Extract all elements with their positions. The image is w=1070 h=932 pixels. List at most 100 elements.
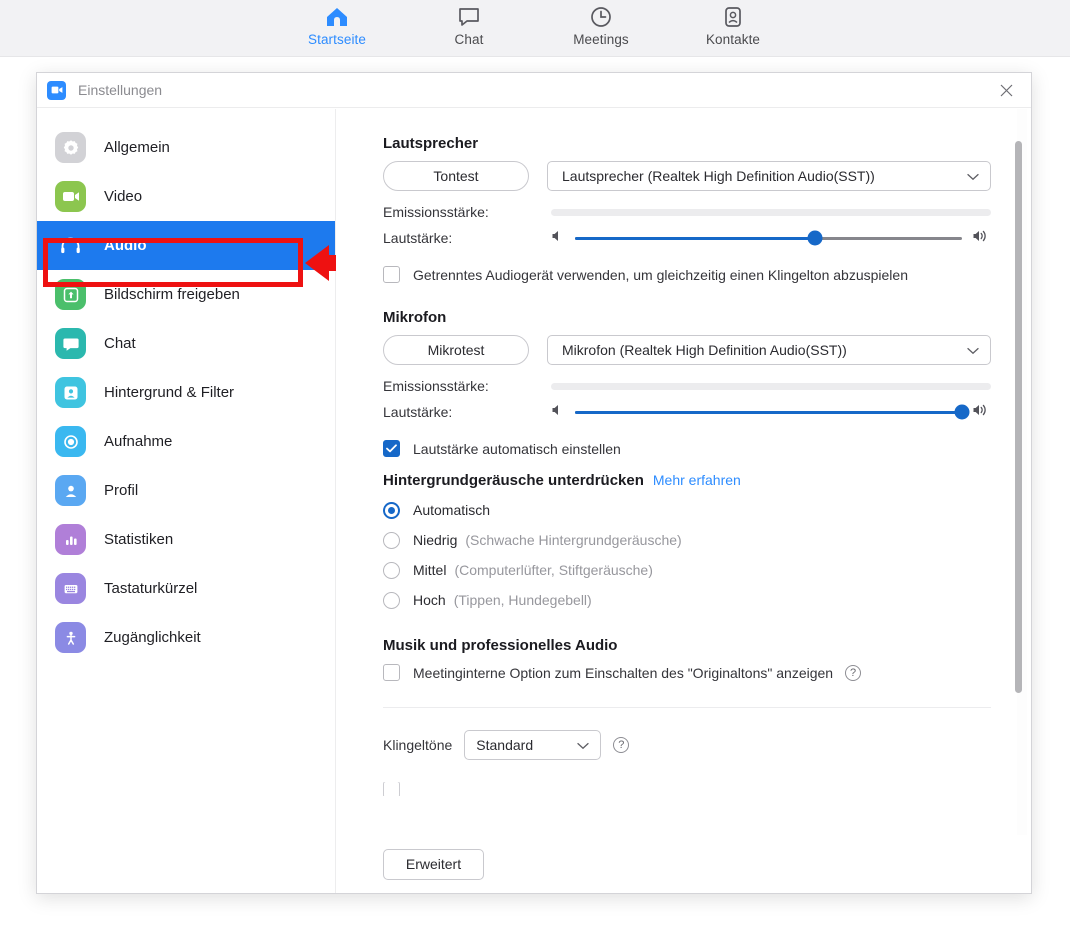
radio-niedrig[interactable]: [383, 532, 400, 549]
speaker-output-level-meter: [551, 209, 991, 216]
chat-bubble-icon: [55, 328, 86, 359]
sidebar-item-tastaturkuerzel[interactable]: Tastaturkürzel: [37, 564, 335, 613]
sidebar-item-statistiken[interactable]: Statistiken: [37, 515, 335, 564]
noise-option-niedrig[interactable]: Niedrig (Schwache Hintergrundgeräusche): [383, 525, 991, 555]
accessibility-icon: [55, 622, 86, 653]
volume-high-icon: [972, 229, 991, 248]
microphone-device-select[interactable]: Mikrofon (Realtek High Definition Audio(…: [547, 335, 991, 365]
radio-mittel[interactable]: [383, 562, 400, 579]
separate-audio-checkbox[interactable]: [383, 266, 400, 283]
sidebar-item-video[interactable]: Video: [37, 172, 335, 221]
content-scrollbar-thumb[interactable]: [1015, 141, 1022, 693]
sidebar-item-label: Aufnahme: [104, 433, 172, 450]
section-divider: [383, 707, 991, 708]
noise-option-mittel[interactable]: Mittel (Computerlüfter, Stiftgeräusche): [383, 555, 991, 585]
sidebar-item-allgemein[interactable]: Allgemein: [37, 123, 335, 172]
auto-volume-checkbox-row[interactable]: Lautstärke automatisch einstellen: [383, 440, 991, 457]
original-sound-label: Meetinginterne Option zum Einschalten de…: [413, 665, 833, 681]
original-sound-checkbox-row[interactable]: Meetinginterne Option zum Einschalten de…: [383, 664, 991, 681]
video-camera-icon: [55, 181, 86, 212]
learn-more-link[interactable]: Mehr erfahren: [653, 472, 741, 488]
sidebar-item-label: Zugänglichkeit: [104, 629, 201, 646]
sidebar-item-label: Chat: [104, 335, 136, 352]
record-circle-icon: [55, 426, 86, 457]
nav-item-chat[interactable]: Chat: [426, 5, 512, 47]
ringtone-select[interactable]: Standard: [464, 730, 601, 760]
speaker-volume-fill: [575, 237, 815, 240]
sidebar-item-aufnahme[interactable]: Aufnahme: [37, 417, 335, 466]
content-scroll-region: Lautsprecher Tontest Lautsprecher (Realt…: [336, 109, 1031, 835]
headphones-icon: [55, 230, 86, 261]
help-icon[interactable]: ?: [845, 665, 861, 681]
background-person-icon: [55, 377, 86, 408]
radio-label: Hoch: [413, 592, 446, 608]
chat-bubble-icon: [457, 5, 481, 29]
speaker-device-value: Lautsprecher (Realtek High Definition Au…: [562, 168, 875, 184]
noise-option-automatisch[interactable]: Automatisch: [383, 495, 991, 525]
speaker-section-title: Lautsprecher: [383, 135, 991, 152]
radio-hint: (Schwache Hintergrundgeräusche): [465, 532, 681, 548]
sidebar-item-label: Video: [104, 188, 142, 205]
separate-audio-label: Getrenntes Audiogerät verwenden, um glei…: [413, 267, 908, 283]
settings-sidebar: Allgemein Video: [37, 109, 336, 893]
help-icon[interactable]: ?: [613, 737, 629, 753]
original-sound-checkbox[interactable]: [383, 664, 400, 681]
speaker-device-select[interactable]: Lautsprecher (Realtek High Definition Au…: [547, 161, 991, 191]
microphone-volume-track[interactable]: [575, 411, 962, 414]
speaker-volume-thumb[interactable]: [807, 231, 822, 246]
settings-content-pane: Lautsprecher Tontest Lautsprecher (Realt…: [336, 109, 1031, 893]
gear-icon: [55, 132, 86, 163]
speaker-volume-slider[interactable]: [551, 226, 991, 250]
advanced-button[interactable]: Erweitert: [383, 849, 484, 880]
microphone-device-value: Mikrofon (Realtek High Definition Audio(…: [562, 342, 847, 358]
sidebar-item-label: Statistiken: [104, 531, 173, 548]
sidebar-item-chat[interactable]: Chat: [37, 319, 335, 368]
speaker-device-row: Tontest Lautsprecher (Realtek High Defin…: [383, 161, 991, 191]
sidebar-item-bildschirm-freigeben[interactable]: Bildschirm freigeben: [37, 270, 335, 319]
ringtone-value: Standard: [476, 737, 533, 753]
speaker-test-button[interactable]: Tontest: [383, 161, 529, 191]
radio-label: Niedrig: [413, 532, 457, 548]
sidebar-item-label: Hintergrund & Filter: [104, 384, 234, 401]
sidebar-item-profil[interactable]: Profil: [37, 466, 335, 515]
nav-item-meetings[interactable]: Meetings: [558, 5, 644, 47]
microphone-test-button[interactable]: Mikrotest: [383, 335, 529, 365]
chevron-down-icon: [577, 731, 589, 761]
sidebar-item-audio[interactable]: Audio: [37, 221, 335, 270]
keyboard-icon: [55, 573, 86, 604]
music-pro-audio-title: Musik und professionelles Audio: [383, 637, 991, 654]
microphone-volume-row: Lautstärke:: [383, 398, 991, 426]
separate-audio-checkbox-row[interactable]: Getrenntes Audiogerät verwenden, um glei…: [383, 266, 991, 283]
radio-label: Mittel: [413, 562, 446, 578]
speaker-volume-track[interactable]: [575, 237, 962, 240]
home-icon: [325, 5, 349, 29]
content-scrollbar-track[interactable]: [1017, 109, 1027, 835]
auto-volume-checkbox[interactable]: [383, 440, 400, 457]
microphone-volume-thumb[interactable]: [955, 405, 970, 420]
profile-person-icon: [55, 475, 86, 506]
radio-automatisch[interactable]: [383, 502, 400, 519]
window-titlebar: Einstellungen: [37, 73, 1031, 108]
radio-hint: (Computerlüfter, Stiftgeräusche): [454, 562, 652, 578]
clipped-checkbox-row[interactable]: [383, 782, 991, 796]
sidebar-item-label: Audio: [104, 237, 147, 254]
sidebar-item-zugaenglichkeit[interactable]: Zugänglichkeit: [37, 613, 335, 662]
app-navbar: Startseite Chat Meetings: [0, 0, 1070, 57]
noise-option-hoch[interactable]: Hoch (Tippen, Hundegebell): [383, 585, 991, 615]
volume-low-icon: [551, 229, 565, 248]
clipped-checkbox[interactable]: [383, 782, 400, 796]
close-icon[interactable]: [987, 76, 1025, 104]
app-nav-items: Startseite Chat Meetings: [0, 0, 1070, 57]
nav-item-startseite[interactable]: Startseite: [294, 5, 380, 47]
ringtone-label: Klingeltöne: [383, 737, 452, 753]
sidebar-item-hintergrund-filter[interactable]: Hintergrund & Filter: [37, 368, 335, 417]
nav-label: Chat: [455, 32, 484, 47]
chevron-down-icon: [967, 162, 979, 192]
radio-hoch[interactable]: [383, 592, 400, 609]
settings-window: Einstellungen Allgemein: [36, 72, 1032, 894]
nav-item-kontakte[interactable]: Kontakte: [690, 5, 776, 47]
bar-chart-icon: [55, 524, 86, 555]
microphone-input-level-label: Emissionsstärke:: [383, 378, 551, 394]
microphone-volume-slider[interactable]: [551, 400, 991, 424]
microphone-volume-fill: [575, 411, 962, 414]
